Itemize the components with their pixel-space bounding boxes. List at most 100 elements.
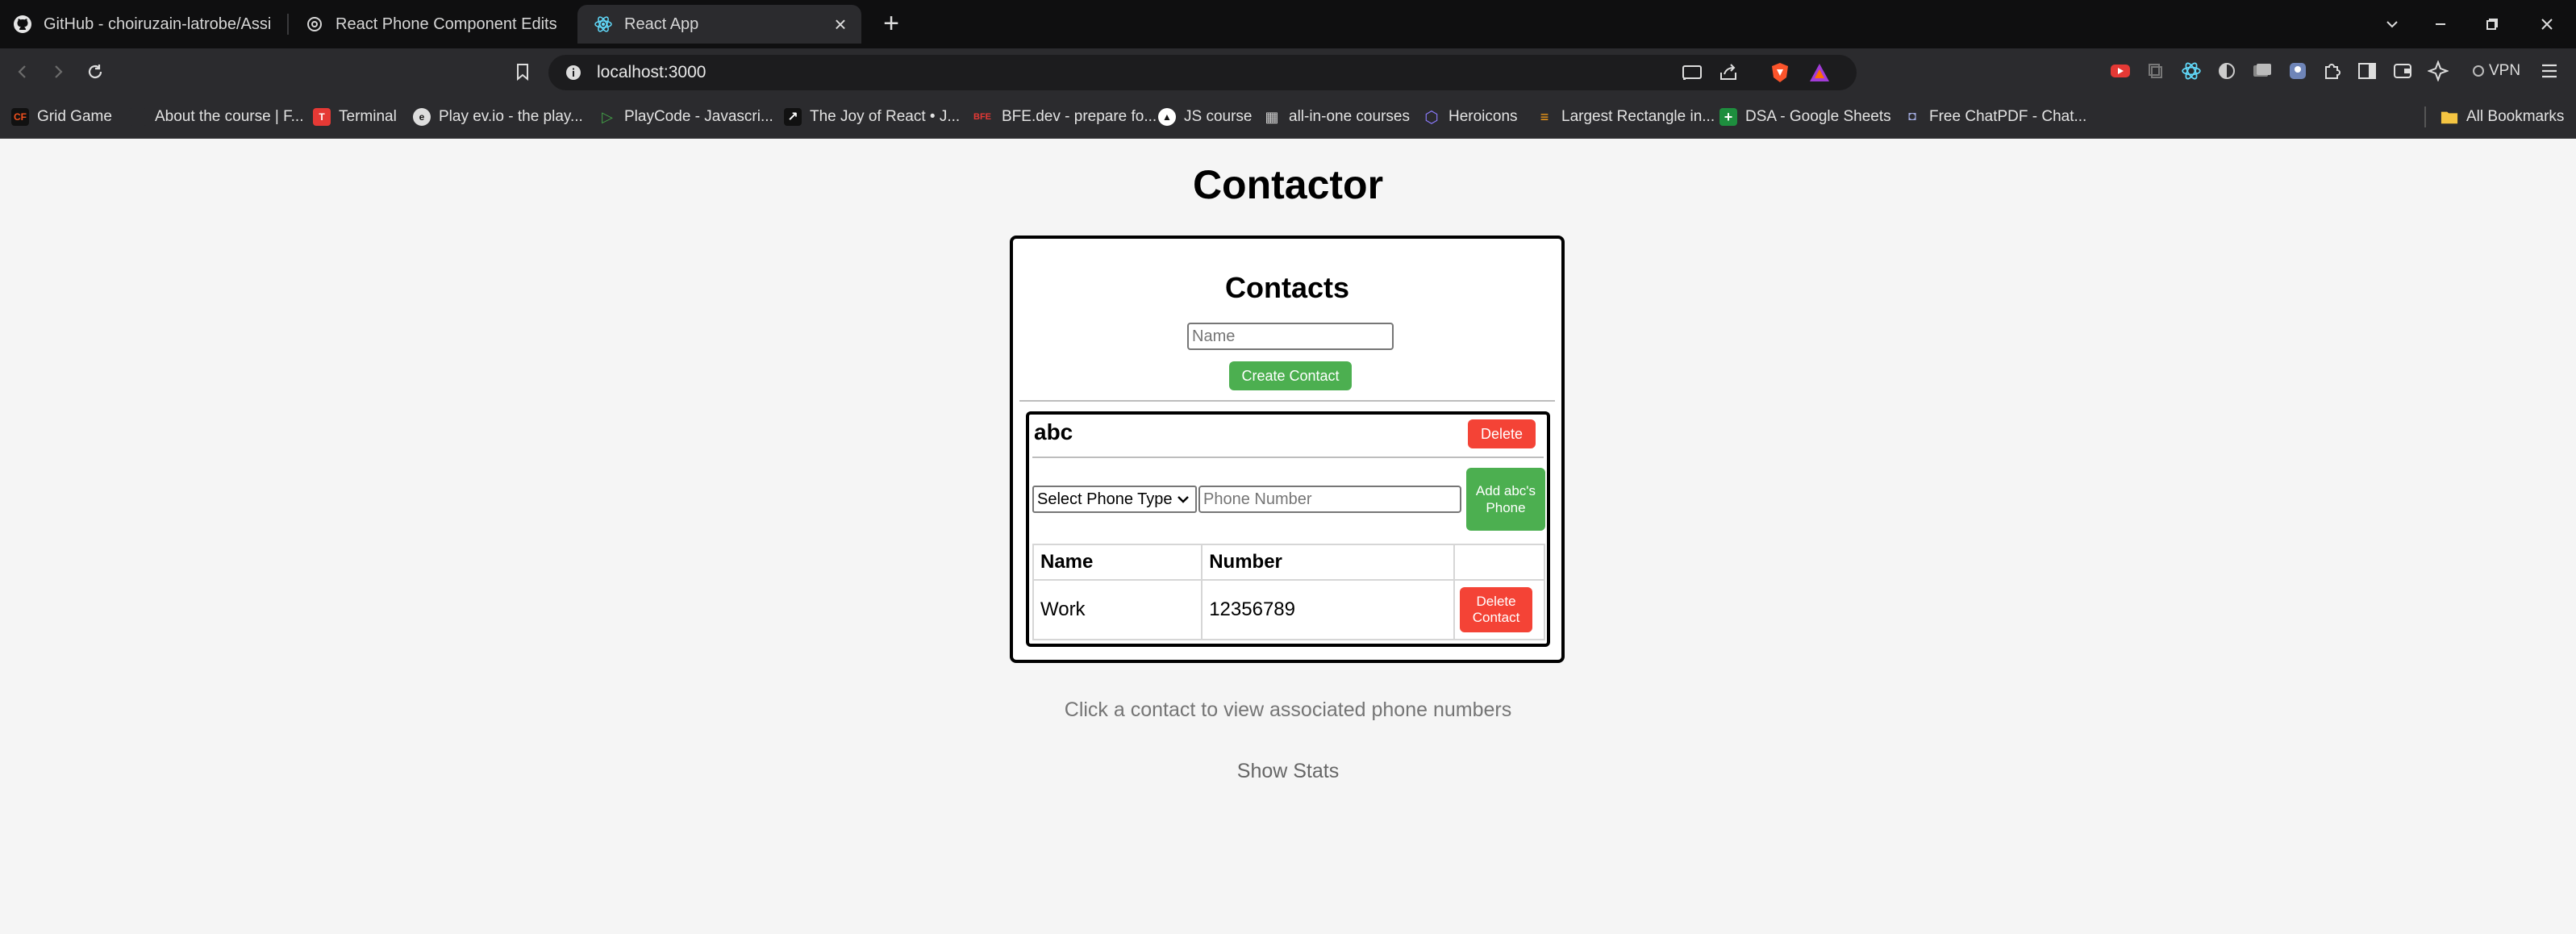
create-contact-button[interactable]: Create Contact xyxy=(1229,361,1352,390)
page-content: Contactor Contacts Create Contact abc De… xyxy=(0,139,2576,934)
phone-name-cell: Work xyxy=(1032,579,1203,640)
window-extension-icon[interactable] xyxy=(2250,59,2274,83)
folder-icon xyxy=(2441,108,2458,126)
terminal-icon: T xyxy=(313,108,331,126)
delete-contact-button[interactable]: Delete Contact xyxy=(1460,587,1533,632)
tab-react-app[interactable]: React App × xyxy=(577,5,861,44)
brave-shields-icon[interactable] xyxy=(1769,61,1790,88)
vercel-icon: ▲ xyxy=(1158,108,1176,126)
moon-extension-icon[interactable] xyxy=(2215,59,2239,83)
bookmark-js-course[interactable]: ▲ JS course xyxy=(1158,95,1252,139)
bookmark-label: PlayCode - Javascri... xyxy=(624,108,773,125)
joy-of-react-icon: ↗ xyxy=(784,108,802,126)
bookmark-joy-of-react[interactable]: ↗ The Joy of React • J... xyxy=(784,95,960,139)
bookmark-label: All Bookmarks xyxy=(2466,108,2565,125)
bookmark-icon[interactable] xyxy=(508,57,537,86)
bookmark-label: Grid Game xyxy=(37,108,112,125)
bookmark-play-evio[interactable]: e Play ev.io - the play... xyxy=(413,95,583,139)
copy-extension-icon[interactable] xyxy=(2144,59,2168,83)
bookmark-label: About the course | F... xyxy=(155,108,304,125)
browser-tab-strip: GitHub - choiruzain-latrobe/Assignm Reac… xyxy=(0,0,2576,48)
bookmark-heroicons[interactable]: ⬡ Heroicons xyxy=(1423,95,1518,139)
show-stats-button[interactable]: Show Stats xyxy=(0,760,2576,783)
profile-extension-icon[interactable] xyxy=(2286,59,2310,83)
bookmark-chatpdf[interactable]: ◘ Free ChatPDF - Chat... xyxy=(1903,95,2086,139)
phone-number-cell: 12356789 xyxy=(1201,579,1456,640)
tab-react-phone-edits[interactable]: React Phone Component Edits xyxy=(305,5,563,44)
url-text: localhost:3000 xyxy=(597,63,707,81)
bookmark-all-in-one-courses[interactable]: ▦ all-in-one courses xyxy=(1263,95,1410,139)
tab-label: React Phone Component Edits xyxy=(336,15,557,33)
contacts-heading: Contacts xyxy=(1224,271,1350,304)
bookmark-about-course[interactable]: About the course | F... xyxy=(129,95,303,139)
brave-rewards-icon[interactable] xyxy=(1808,62,1831,87)
phone-number-input[interactable] xyxy=(1198,486,1461,513)
all-bookmarks-button[interactable]: All Bookmarks xyxy=(2441,95,2564,139)
vpn-status-icon xyxy=(2473,65,2484,77)
cast-icon[interactable] xyxy=(1681,63,1703,86)
table-row: Work 12356789 Delete Contact xyxy=(1032,579,1545,640)
divider xyxy=(1032,457,1544,458)
phones-table: Name Number Work 12356789 Delete Contact xyxy=(1032,544,1545,640)
bookmark-playcode[interactable]: ▷ PlayCode - Javascri... xyxy=(598,95,773,139)
tab-github[interactable]: GitHub - choiruzain-latrobe/Assignm xyxy=(13,5,271,44)
contact-item[interactable]: abc Delete Select Phone Type Add abc's P… xyxy=(1026,411,1550,647)
codeforces-icon: CF xyxy=(11,108,29,126)
bookmark-label: Heroicons xyxy=(1448,108,1518,125)
bookmark-largest-rectangle[interactable]: ≡ Largest Rectangle in... xyxy=(1536,95,1715,139)
bookmark-label: Largest Rectangle in... xyxy=(1561,108,1715,125)
close-tab-icon[interactable]: × xyxy=(831,14,850,35)
site-info-icon[interactable] xyxy=(565,64,582,85)
chevron-down-icon xyxy=(1174,490,1192,513)
chatgpt-icon xyxy=(305,15,324,34)
new-tab-icon[interactable]: + xyxy=(877,10,906,39)
bookmarks-divider xyxy=(2424,106,2426,127)
contact-name-input[interactable] xyxy=(1187,323,1394,350)
close-window-icon[interactable] xyxy=(2531,10,2563,39)
react-devtools-icon[interactable] xyxy=(2179,59,2203,83)
bookmarks-bar: CF Grid Game About the course | F... T T… xyxy=(0,95,2576,139)
tab-search-chevron-icon[interactable] xyxy=(2376,10,2408,39)
leo-ai-icon[interactable] xyxy=(2426,59,2450,83)
back-icon[interactable] xyxy=(8,57,37,86)
course-icon xyxy=(129,108,147,126)
forward-icon[interactable] xyxy=(44,57,73,86)
vpn-label: VPN xyxy=(2489,62,2521,79)
heroicons-icon: ⬡ xyxy=(1424,108,1439,127)
chatpdf-icon: ◘ xyxy=(1908,110,1916,123)
contact-name: abc xyxy=(1034,419,1073,444)
phone-type-select[interactable]: Select Phone Type xyxy=(1032,486,1197,513)
phone-action-cell: Delete Contact xyxy=(1453,579,1545,640)
minimize-icon[interactable] xyxy=(2424,10,2457,39)
browser-toolbar: localhost:3000 VPN xyxy=(0,48,2576,95)
leetcode-icon: ≡ xyxy=(1540,108,1549,125)
restore-icon[interactable] xyxy=(2476,10,2508,39)
bookmark-grid-game[interactable]: CF Grid Game xyxy=(11,95,112,139)
bookmark-terminal[interactable]: T Terminal xyxy=(313,95,397,139)
address-bar[interactable]: localhost:3000 xyxy=(548,55,1857,90)
github-icon xyxy=(13,15,32,34)
bookmark-label: DSA - Google Sheets xyxy=(1745,108,1891,125)
tab-separator xyxy=(287,14,289,35)
bfe-icon: BFE xyxy=(973,112,991,122)
bookmark-label: all-in-one courses xyxy=(1289,108,1410,125)
delete-button[interactable]: Delete xyxy=(1468,419,1536,448)
extensions-puzzle-icon[interactable] xyxy=(2320,59,2344,83)
bookmark-dsa-sheets[interactable]: + DSA - Google Sheets xyxy=(1719,95,1891,139)
google-sheets-icon: + xyxy=(1719,108,1737,126)
menu-icon[interactable] xyxy=(2537,59,2561,83)
phone-type-selected: Select Phone Type xyxy=(1037,490,1173,508)
add-phone-button[interactable]: Add abc's Phone xyxy=(1466,468,1545,531)
column-header-number: Number xyxy=(1201,544,1456,581)
bookmark-label: Play ev.io - the play... xyxy=(439,108,583,125)
share-icon[interactable] xyxy=(1718,63,1739,86)
bookmark-bfe-dev[interactable]: BFE BFE.dev - prepare fo... xyxy=(971,95,1157,139)
bookmark-label: BFE.dev - prepare fo... xyxy=(1002,108,1157,125)
column-header-name: Name xyxy=(1032,544,1203,581)
table-header-row: Name Number xyxy=(1032,544,1545,581)
youtube-extension-icon[interactable] xyxy=(2108,59,2132,83)
reload-icon[interactable] xyxy=(81,57,110,86)
vpn-button[interactable]: VPN xyxy=(2473,59,2520,83)
sidebar-icon[interactable] xyxy=(2355,59,2379,83)
wallet-icon[interactable] xyxy=(2391,59,2415,83)
